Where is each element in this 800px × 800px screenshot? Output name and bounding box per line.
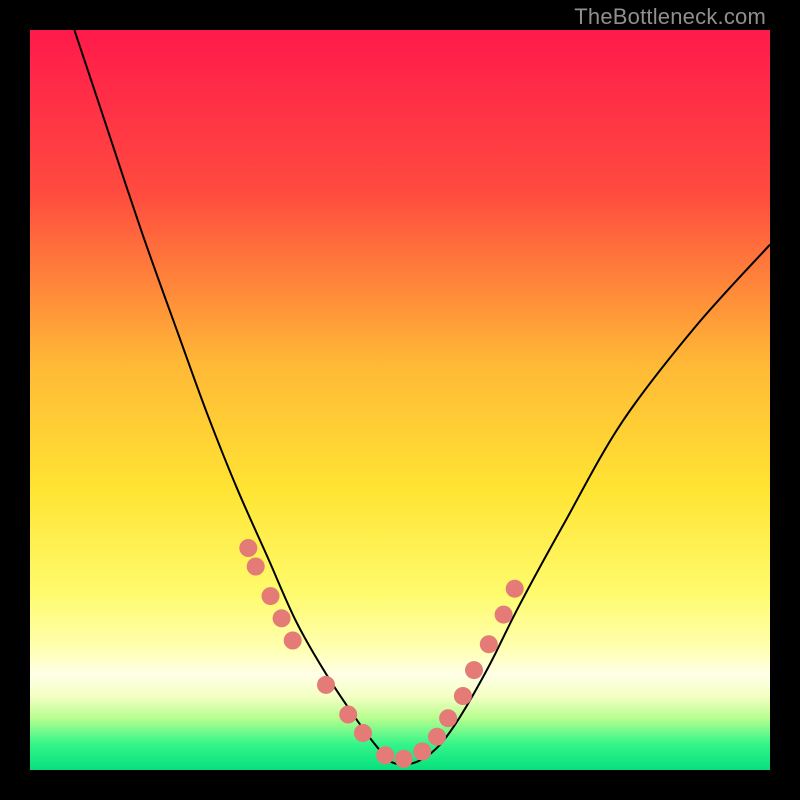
dot xyxy=(395,750,413,768)
outer-frame: TheBottleneck.com xyxy=(0,0,800,800)
chart-svg xyxy=(30,30,770,770)
dot xyxy=(480,635,498,653)
dot xyxy=(495,606,513,624)
plot-area xyxy=(30,30,770,770)
dot xyxy=(376,746,394,764)
dot xyxy=(239,539,257,557)
dot xyxy=(454,687,472,705)
dot xyxy=(247,558,265,576)
watermark-text: TheBottleneck.com xyxy=(574,4,766,30)
dot xyxy=(339,706,357,724)
dot xyxy=(284,632,302,650)
dot xyxy=(273,609,291,627)
dot xyxy=(506,580,524,598)
dot xyxy=(317,676,335,694)
dot xyxy=(465,661,483,679)
dot xyxy=(439,709,457,727)
curve-dots xyxy=(239,539,523,768)
dot xyxy=(262,587,280,605)
dot xyxy=(428,728,446,746)
dot xyxy=(413,743,431,761)
bottleneck-curve xyxy=(74,30,770,764)
dot xyxy=(354,724,372,742)
